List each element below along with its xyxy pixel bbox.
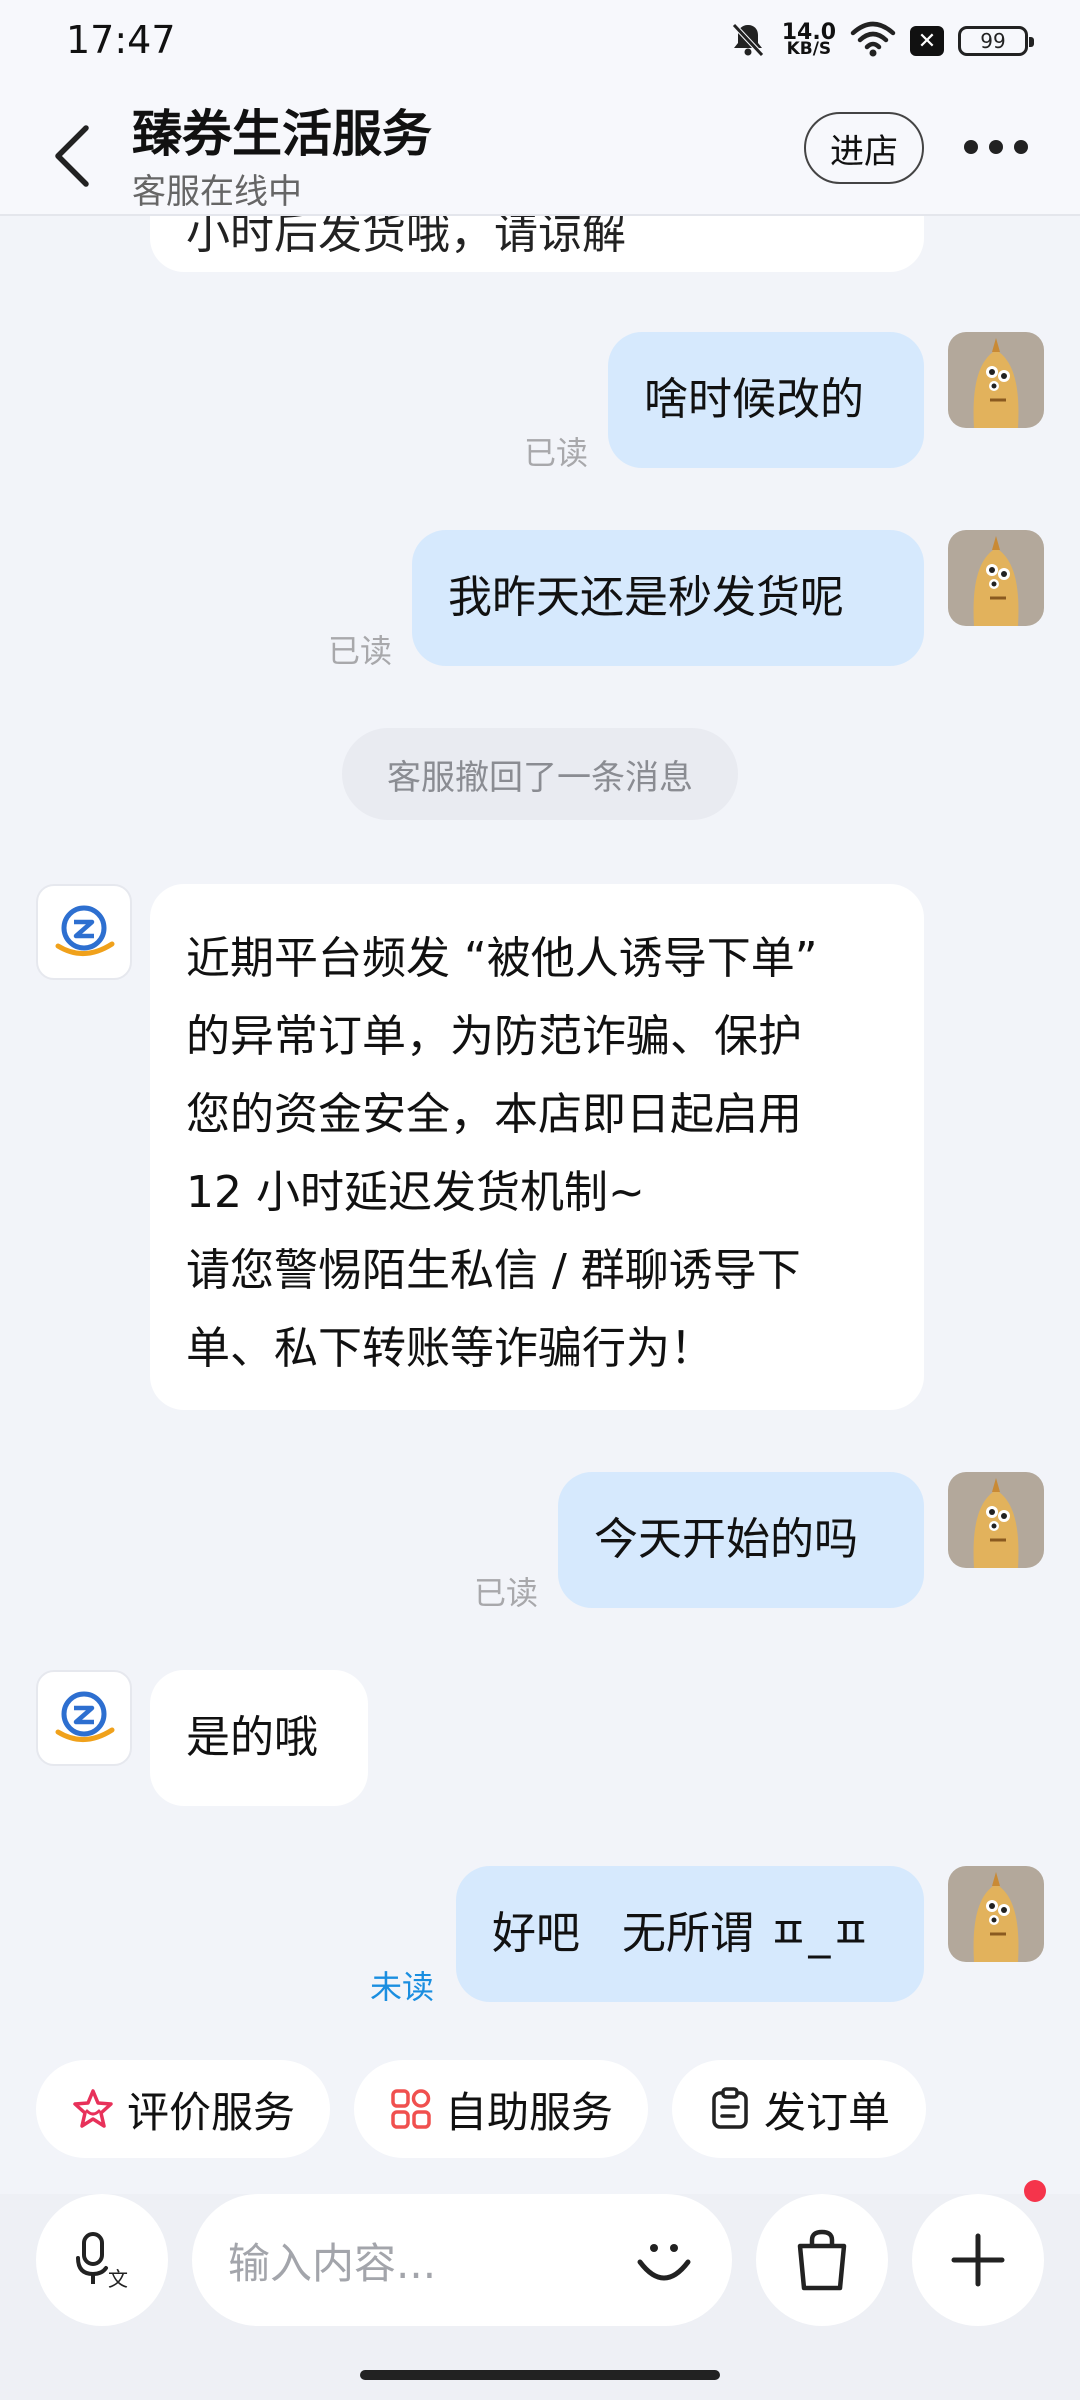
grid-icon [391, 2089, 431, 2129]
back-button[interactable] [50, 116, 110, 196]
products-button[interactable] [756, 2194, 888, 2326]
send-order-button[interactable]: 发订单 [672, 2060, 926, 2158]
rate-service-button[interactable]: 评价服务 [36, 2060, 330, 2158]
notification-dot [1024, 2180, 1046, 2202]
input-placeholder: 输入内容... [228, 2238, 437, 2288]
message-line: 您的资金安全，本店即日起启用 [186, 1089, 802, 1140]
chat-header: 臻券生活服务 客服在线中 进店 [0, 82, 1080, 216]
dot-icon [989, 140, 1003, 154]
message-line: 近期平台频发 “被他人诱导下单” [186, 933, 818, 984]
cartoon-avatar-icon [973, 536, 1019, 626]
message-text: 今天开始的吗 [594, 1514, 858, 1565]
message-input[interactable]: 输入内容... [192, 2194, 732, 2326]
quick-action-label: 评价服务 [126, 2087, 295, 2137]
cartoon-avatar-icon [973, 1478, 1019, 1568]
message-bubble-shop[interactable]: 近期平台频发 “被他人诱导下单” 的异常订单，为防范诈骗、保护 您的资金安全，本… [150, 884, 924, 1410]
cartoon-avatar-icon [973, 1872, 1019, 1962]
emoji-icon[interactable] [632, 2228, 696, 2292]
message-bubble-user[interactable]: 今天开始的吗 [558, 1472, 924, 1608]
voice-translate-icon: 文 [76, 2232, 128, 2290]
home-indicator[interactable] [360, 2370, 720, 2380]
message-bubble-user[interactable]: 好吧 无所谓 ㅍ_ㅍ [456, 1866, 924, 2002]
read-status: 已读 [524, 434, 589, 472]
svg-text:文: 文 [108, 2267, 128, 2290]
mute-icon [728, 19, 768, 63]
chat-area[interactable]: 小时后发货哦，请谅解 已读 啥时候改的 已读 我昨天还是秒发货呢 客服撤回了一条… [0, 216, 1080, 2046]
shop-logo-icon [55, 1691, 115, 1742]
message-line: 12 小时延迟发货机制~ [186, 1167, 645, 1218]
plus-icon [951, 2233, 1005, 2287]
more-functions-button[interactable] [912, 2194, 1044, 2326]
shop-avatar[interactable] [36, 884, 132, 980]
message-text: 小时后发货哦，请谅解 [186, 216, 626, 259]
enter-store-button[interactable]: 进店 [804, 112, 924, 184]
shopping-bag-icon [797, 2229, 847, 2291]
message-line: 单、私下转账等诈骗行为！ [186, 1323, 714, 1374]
message-bubble-shop[interactable]: 小时后发货哦，请谅解 [150, 216, 924, 272]
wifi-icon [850, 21, 896, 61]
battery-level: 99 [980, 29, 1006, 53]
battery-icon: 99 [958, 26, 1034, 56]
message-bubble-user[interactable]: 我昨天还是秒发货呢 [412, 530, 924, 666]
message-bubble-shop[interactable]: 是的哦 [150, 1670, 368, 1806]
star-icon [73, 2089, 113, 2128]
message-text: 是的哦 [186, 1712, 318, 1763]
cartoon-avatar-icon [973, 338, 1019, 428]
dot-icon [964, 140, 978, 154]
order-icon [712, 2087, 748, 2129]
quick-actions-bar: 评价服务 自助服务 发订单 [0, 2060, 1080, 2160]
message-bubble-user[interactable]: 啥时候改的 [608, 332, 924, 468]
quick-action-label: 自助服务 [444, 2087, 613, 2137]
read-status: 已读 [328, 632, 393, 670]
more-options-button[interactable] [964, 122, 1028, 172]
user-avatar[interactable] [948, 530, 1044, 626]
no-sim-icon: ✕ [910, 26, 944, 56]
shop-logo-icon [55, 905, 115, 956]
status-icons: 14.0 KB/S ✕ 99 [728, 18, 1034, 64]
read-status: 已读 [474, 1574, 539, 1612]
status-bar: 17:47 14.0 KB/S ✕ 99 [0, 0, 1080, 82]
user-avatar[interactable] [948, 1866, 1044, 1962]
message-line: 的异常订单，为防范诈骗、保护 [186, 1011, 802, 1062]
recall-notice: 客服撤回了一条消息 [342, 728, 738, 820]
user-avatar[interactable] [948, 1472, 1044, 1568]
user-avatar[interactable] [948, 332, 1044, 428]
quick-action-label: 发订单 [763, 2087, 890, 2137]
message-text: 好吧 无所谓 ㅍ_ㅍ [492, 1908, 871, 1959]
net-speed-unit: KB/S [786, 39, 832, 59]
message-text: 我昨天还是秒发货呢 [448, 572, 844, 623]
chevron-left-icon [55, 125, 89, 187]
service-status: 客服在线中 [132, 172, 302, 212]
message-text: 啥时候改的 [644, 374, 864, 425]
self-service-button[interactable]: 自助服务 [354, 2060, 648, 2158]
voice-to-text-button[interactable]: 文 [36, 2194, 168, 2326]
net-speed: 14.0 KB/S [782, 22, 836, 59]
status-time: 17:47 [66, 18, 176, 62]
message-line: 请您警惕陌生私信 / 群聊诱导下 [186, 1245, 801, 1296]
unread-status: 未读 [370, 1968, 435, 2006]
shop-title[interactable]: 臻券生活服务 [132, 94, 432, 166]
shop-avatar[interactable] [36, 1670, 132, 1766]
dot-icon [1014, 140, 1028, 154]
